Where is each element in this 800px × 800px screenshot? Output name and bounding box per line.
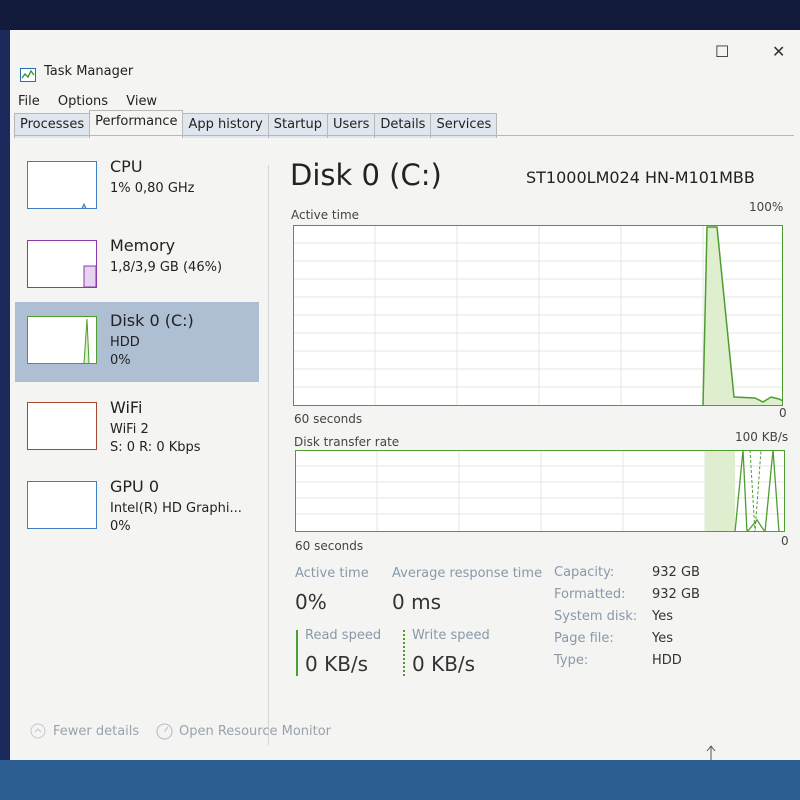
page-file-value: Yes bbox=[652, 631, 673, 646]
sidebar-memory-name: Memory bbox=[110, 236, 176, 255]
desktop-taskbar-area bbox=[0, 760, 800, 800]
sidebar-item-gpu[interactable]: GPU 0 Intel(R) HD Graphi... 0% bbox=[15, 468, 259, 540]
fewer-details-icon[interactable] bbox=[30, 723, 46, 739]
active-time-value: 0% bbox=[295, 590, 327, 614]
transfer-rate-graph bbox=[295, 450, 785, 532]
active-time-graph-time: 60 seconds bbox=[294, 412, 363, 426]
active-time-graph-max: 100% bbox=[749, 200, 784, 214]
title-bar[interactable] bbox=[10, 30, 800, 60]
disk-model: ST1000LM024 HN-M101MBB bbox=[526, 168, 755, 187]
tab-divider bbox=[14, 135, 794, 136]
tab-strip: Processes Performance App history Startu… bbox=[14, 110, 498, 138]
capacity-value: 932 GB bbox=[652, 565, 700, 580]
active-time-graph-label: Active time bbox=[291, 208, 360, 222]
transfer-rate-graph-max: 100 KB/s bbox=[735, 430, 789, 444]
write-speed-value: 0 KB/s bbox=[412, 652, 476, 676]
type-label: Type: bbox=[554, 653, 589, 668]
write-speed-indicator bbox=[403, 630, 405, 676]
system-disk-label: System disk: bbox=[554, 609, 638, 624]
open-resource-monitor-link[interactable]: Open Resource Monitor bbox=[179, 724, 331, 739]
resource-monitor-icon[interactable] bbox=[156, 723, 173, 740]
task-manager-window: Task Manager ☐ ✕ File Options View Proce… bbox=[10, 30, 800, 760]
read-speed-label: Read speed bbox=[305, 628, 382, 643]
sidebar-gpu-model: Intel(R) HD Graphi... bbox=[110, 501, 242, 516]
resource-sidebar: CPU 1% 0,80 GHz Memory 1,8/3,9 GB (46%) … bbox=[15, 148, 259, 547]
page-title: Disk 0 (C:) bbox=[290, 158, 442, 192]
gpu-thumbnail-graph bbox=[27, 481, 97, 529]
maximize-icon[interactable]: ☐ bbox=[715, 42, 729, 61]
fewer-details-link[interactable]: Fewer details bbox=[53, 724, 139, 739]
formatted-value: 932 GB bbox=[652, 587, 700, 602]
avg-response-label: Average response time bbox=[392, 566, 543, 581]
close-icon[interactable]: ✕ bbox=[772, 42, 785, 61]
sidebar-gpu-name: GPU 0 bbox=[110, 477, 160, 496]
formatted-label: Formatted: bbox=[554, 587, 626, 602]
menu-file[interactable]: File bbox=[18, 94, 40, 109]
type-value: HDD bbox=[652, 653, 682, 668]
active-time-label: Active time bbox=[295, 566, 369, 581]
memory-thumbnail-graph bbox=[27, 240, 97, 288]
sidebar-wifi-adapter: WiFi 2 bbox=[110, 422, 149, 437]
active-time-graph bbox=[293, 225, 783, 406]
transfer-rate-graph-time: 60 seconds bbox=[295, 539, 364, 553]
menu-bar: File Options View bbox=[18, 94, 171, 109]
wifi-thumbnail-graph bbox=[27, 402, 97, 450]
avg-response-value: 0 ms bbox=[392, 590, 441, 614]
sidebar-cpu-usage: 1% 0,80 GHz bbox=[110, 181, 195, 196]
sidebar-item-wifi[interactable]: WiFi WiFi 2 S: 0 R: 0 Kbps bbox=[15, 389, 259, 461]
sidebar-cpu-name: CPU bbox=[110, 157, 143, 176]
resize-cursor-icon bbox=[706, 745, 716, 760]
panel-divider bbox=[268, 165, 269, 745]
sidebar-item-memory[interactable]: Memory 1,8/3,9 GB (46%) bbox=[15, 227, 259, 299]
page-file-label: Page file: bbox=[554, 631, 614, 646]
sidebar-wifi-throughput: S: 0 R: 0 Kbps bbox=[110, 440, 201, 455]
sidebar-gpu-usage: 0% bbox=[110, 519, 131, 534]
active-time-graph-min: 0 bbox=[779, 406, 787, 420]
disk-thumbnail-graph bbox=[27, 316, 97, 364]
system-disk-value: Yes bbox=[652, 609, 673, 624]
sidebar-wifi-name: WiFi bbox=[110, 398, 143, 417]
task-manager-icon bbox=[20, 68, 36, 82]
sidebar-item-disk[interactable]: Disk 0 (C:) HDD 0% bbox=[15, 302, 259, 382]
screen-bezel bbox=[0, 0, 800, 30]
sidebar-disk-type: HDD bbox=[110, 335, 140, 350]
sidebar-disk-usage: 0% bbox=[110, 353, 131, 368]
menu-options[interactable]: Options bbox=[58, 94, 108, 109]
write-speed-label: Write speed bbox=[412, 628, 490, 643]
transfer-rate-graph-label: Disk transfer rate bbox=[294, 435, 400, 449]
sidebar-item-cpu[interactable]: CPU 1% 0,80 GHz bbox=[15, 148, 259, 220]
sidebar-disk-name: Disk 0 (C:) bbox=[110, 311, 194, 330]
transfer-rate-graph-min: 0 bbox=[781, 534, 789, 548]
read-speed-indicator bbox=[296, 630, 298, 676]
tab-performance[interactable]: Performance bbox=[89, 110, 184, 138]
cpu-thumbnail-graph bbox=[27, 161, 97, 209]
capacity-label: Capacity: bbox=[554, 565, 615, 580]
read-speed-value: 0 KB/s bbox=[305, 652, 369, 676]
sidebar-memory-usage: 1,8/3,9 GB (46%) bbox=[110, 260, 223, 275]
window-title: Task Manager bbox=[44, 64, 134, 79]
menu-view[interactable]: View bbox=[126, 94, 157, 109]
